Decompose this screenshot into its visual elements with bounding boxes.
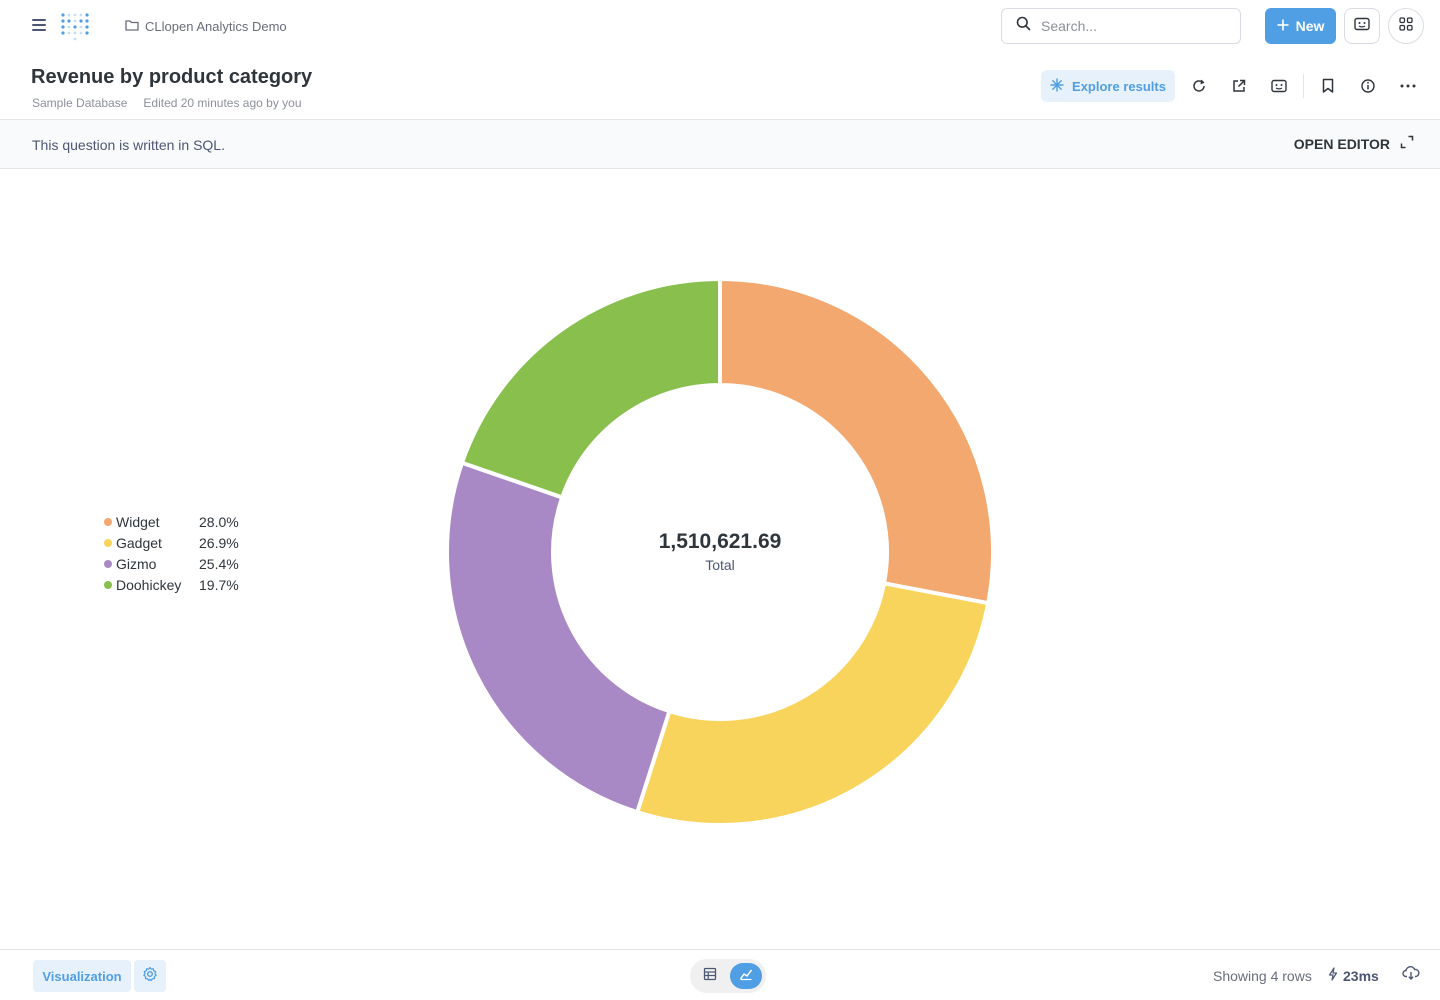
open-editor-button[interactable]: OPEN EDITOR [1294, 135, 1414, 152]
footer-bar: Visualization Showing 4 rows 23ms [0, 949, 1440, 1000]
legend-label: Doohickey [116, 576, 182, 593]
search-icon [1016, 16, 1031, 36]
open-editor-label: OPEN EDITOR [1293, 135, 1390, 152]
donut-slice-doohickey[interactable] [459, 276, 722, 500]
bolt-icon [1328, 967, 1338, 984]
collection-name: CLlopen Analytics Demo [145, 18, 287, 34]
legend-percent: 26.9% [199, 534, 239, 551]
legend-dot [104, 559, 112, 568]
more-options-icon[interactable] [1396, 74, 1420, 98]
visualization-button[interactable]: Visualization [33, 960, 131, 992]
info-icon[interactable] [1356, 74, 1380, 98]
table-icon [703, 967, 717, 986]
database-name[interactable]: Sample Database [32, 96, 127, 110]
metabot-button[interactable] [1344, 8, 1380, 44]
native-query-bar: This question is written in SQL. OPEN ED… [0, 119, 1440, 169]
expand-icon [1400, 135, 1414, 152]
table-view-toggle[interactable] [694, 963, 726, 989]
donut-slice-gizmo[interactable] [445, 460, 672, 815]
new-button[interactable]: New [1265, 8, 1336, 44]
legend-item[interactable]: Widget 28.0% [104, 511, 239, 532]
row-count: Showing 4 rows [1213, 968, 1312, 984]
legend-dot [104, 517, 112, 526]
page-title[interactable]: Revenue by product category [31, 66, 312, 89]
top-nav: CLlopen Analytics Demo New [0, 0, 1440, 52]
menu-icon[interactable] [26, 12, 52, 38]
cloud-download-icon [1402, 965, 1420, 986]
folder-icon [125, 19, 139, 34]
app-logo-icon[interactable] [60, 11, 90, 41]
download-results-button[interactable] [1400, 964, 1422, 986]
refresh-icon[interactable] [1187, 74, 1211, 98]
sql-notice: This question is written in SQL. [32, 137, 225, 153]
question-meta: Sample Database Edited 20 minutes ago by… [32, 96, 302, 110]
new-button-label: New [1295, 18, 1325, 34]
view-toggle [690, 959, 766, 993]
legend-percent: 19.7% [199, 576, 239, 593]
search-box[interactable] [1001, 8, 1241, 44]
legend-percent: 25.4% [199, 555, 239, 572]
legend-percent: 28.0% [199, 513, 239, 530]
legend-item[interactable]: Gizmo 25.4% [104, 553, 239, 574]
edited-info[interactable]: Edited 20 minutes ago by you [143, 96, 301, 110]
bookmark-icon[interactable] [1316, 74, 1340, 98]
query-timing: 23ms [1328, 967, 1379, 984]
gear-icon [142, 966, 158, 987]
explore-results-label: Explore results [1072, 78, 1166, 94]
legend-label: Gadget [116, 534, 162, 551]
chart-view-toggle[interactable] [730, 963, 762, 989]
chart-total-value: 1,510,621.69 [658, 530, 782, 553]
line-chart-icon [739, 967, 753, 986]
metabot-icon[interactable] [1267, 74, 1291, 98]
collection-breadcrumb[interactable]: CLlopen Analytics Demo [125, 17, 287, 35]
legend-item[interactable]: Doohickey 19.7% [104, 574, 239, 595]
legend-label: Widget [116, 513, 160, 530]
metabot-icon [1354, 17, 1370, 36]
apps-button[interactable] [1388, 8, 1424, 44]
sparkle-icon [1050, 77, 1064, 95]
search-input[interactable] [1039, 17, 1219, 35]
grid-icon [1399, 16, 1413, 36]
visualization-settings-button[interactable] [134, 960, 166, 992]
timing-value: 23ms [1343, 967, 1379, 984]
legend-dot [104, 580, 112, 589]
header-divider [1303, 74, 1304, 98]
donut-slice-gadget[interactable] [634, 580, 991, 827]
legend-dot [104, 538, 112, 547]
plus-icon [1277, 18, 1289, 34]
legend-item[interactable]: Gadget 26.9% [104, 532, 239, 553]
legend-label: Gizmo [116, 555, 157, 572]
donut-slice-widget[interactable] [718, 276, 995, 606]
share-icon[interactable] [1227, 74, 1251, 98]
chart-legend: Widget 28.0% Gadget 26.9% Gizmo 25.4% Doohicke… [104, 511, 239, 595]
explore-results-button[interactable]: Explore results [1041, 70, 1175, 102]
chart-total-label: Total [705, 557, 735, 573]
